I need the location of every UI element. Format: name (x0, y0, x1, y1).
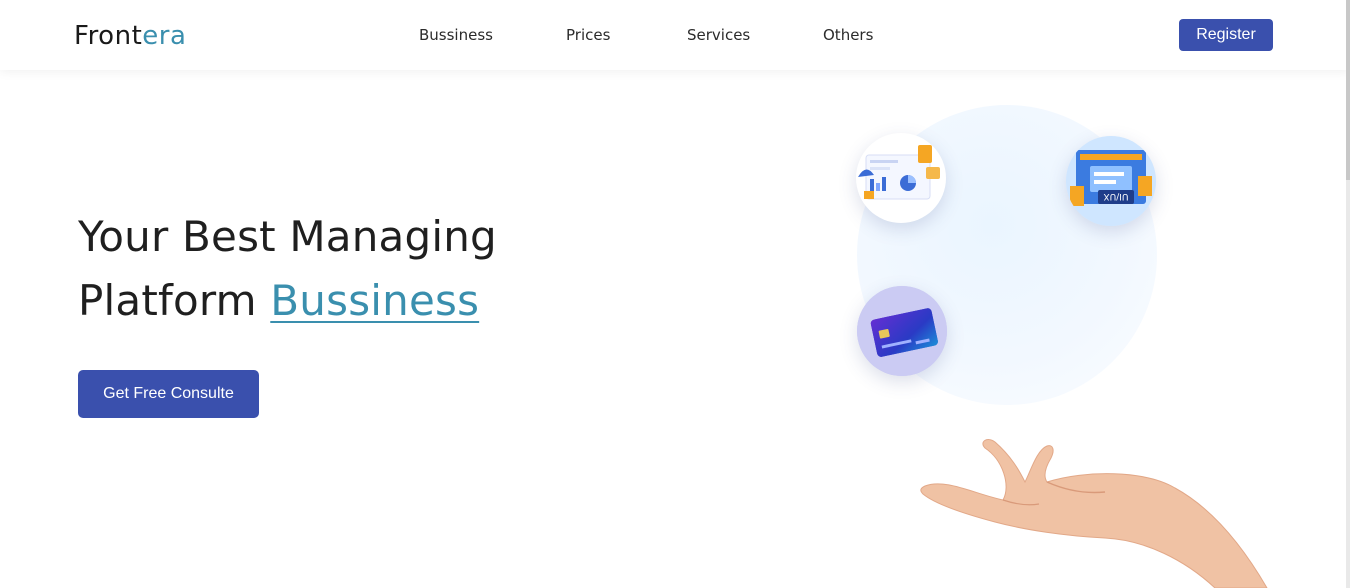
scrollbar-thumb[interactable] (1346, 0, 1350, 180)
credit-card-illustration (857, 286, 947, 376)
hero-title-highlight[interactable]: Bussiness (270, 276, 479, 325)
nav-item-others[interactable]: Others (823, 26, 873, 44)
nav-item-prices[interactable]: Prices (566, 26, 610, 44)
register-button[interactable]: Register (1179, 19, 1273, 51)
brand-logo[interactable]: Frontera (74, 20, 186, 52)
get-free-consult-button[interactable]: Get Free Consulte (78, 370, 259, 418)
site-header: Frontera Bussiness Prices Services Other… (0, 0, 1350, 70)
nav-item-bussiness[interactable]: Bussiness (419, 26, 493, 44)
hero-title-prefix: Platform (78, 276, 271, 325)
ui-ux-illustration: UI/UX (1066, 136, 1156, 226)
dashboard-illustration (856, 133, 946, 223)
page-scrollbar[interactable] (1346, 0, 1350, 588)
hero-title-line1: Your Best Managing (78, 212, 497, 261)
ui-ux-label: UI/UX (1103, 191, 1128, 201)
hero-title: Your Best Managing Platform Bussiness (78, 205, 497, 333)
brand-name-part2: era (142, 21, 187, 51)
hand-illustration (920, 439, 1268, 588)
nav-item-services[interactable]: Services (687, 26, 750, 44)
brand-name-part1: Front (74, 21, 143, 51)
